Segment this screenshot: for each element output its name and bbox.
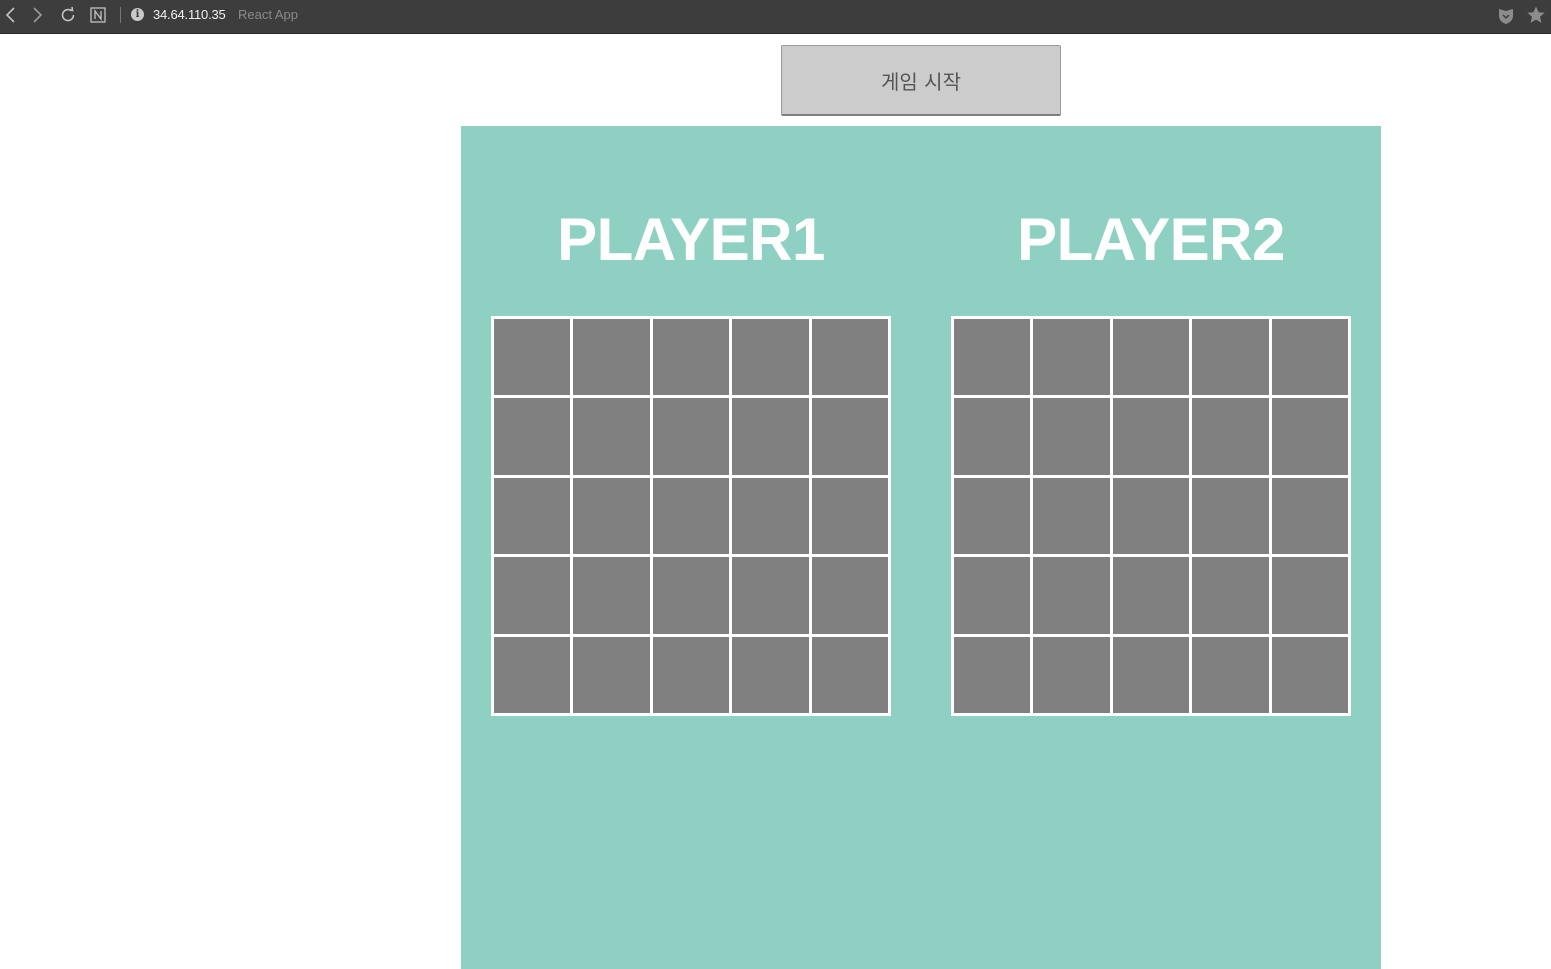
board-cell[interactable] [494, 477, 571, 555]
board-cell[interactable] [732, 319, 809, 396]
board-cell[interactable] [954, 477, 1031, 555]
notion-n-icon[interactable] [88, 5, 108, 25]
page-title: React App [238, 7, 298, 22]
board-cell[interactable] [1112, 319, 1190, 396]
url-host[interactable]: 34.64.110.35 [153, 7, 226, 22]
player2-board [951, 316, 1351, 716]
board-cell[interactable] [652, 477, 730, 555]
player2-title: PLAYER2 [1017, 206, 1285, 273]
board-cell[interactable] [954, 636, 1031, 713]
board-cell[interactable] [732, 636, 809, 713]
board-cell[interactable] [573, 636, 650, 713]
board-cell[interactable] [811, 398, 888, 475]
board-cell[interactable] [1033, 319, 1110, 396]
info-icon[interactable]: i [131, 8, 144, 21]
board-cell[interactable] [573, 477, 650, 555]
browser-toolbar: i 34.64.110.35 React App [0, 0, 1551, 34]
board-cell[interactable] [573, 398, 650, 475]
board-cell[interactable] [732, 557, 809, 634]
start-game-button[interactable]: 게임 시작 [781, 45, 1061, 116]
board-cell[interactable] [1192, 557, 1269, 634]
board-cell[interactable] [573, 319, 650, 396]
board-cell[interactable] [1192, 636, 1269, 713]
player1-board [491, 316, 891, 716]
board-cell[interactable] [1112, 477, 1190, 555]
board-cell[interactable] [811, 636, 888, 713]
board-cell[interactable] [652, 319, 730, 396]
board-cell[interactable] [494, 557, 571, 634]
board-cell[interactable] [1033, 557, 1110, 634]
board-cell[interactable] [494, 398, 571, 475]
board-cell[interactable] [652, 557, 730, 634]
shield-extension-icon[interactable] [1496, 6, 1516, 30]
board-cell[interactable] [652, 636, 730, 713]
board-cell[interactable] [1271, 477, 1348, 555]
board-cell[interactable] [1112, 398, 1190, 475]
board-cell[interactable] [1271, 636, 1348, 713]
forward-arrow-icon[interactable] [28, 5, 48, 25]
bookmark-star-icon[interactable] [1526, 5, 1546, 29]
board-cell[interactable] [1192, 319, 1269, 396]
board-cell[interactable] [1271, 319, 1348, 396]
game-panel: PLAYER1 PLAYER2 [461, 126, 1381, 969]
board-cell[interactable] [811, 477, 888, 555]
back-arrow-icon[interactable] [0, 5, 20, 25]
board-cell[interactable] [1033, 636, 1110, 713]
board-cell[interactable] [1033, 477, 1110, 555]
board-cell[interactable] [1271, 557, 1348, 634]
board-cell[interactable] [811, 557, 888, 634]
board-cell[interactable] [732, 477, 809, 555]
board-cell[interactable] [1192, 477, 1269, 555]
toolbar-separator [120, 7, 121, 23]
board-cell[interactable] [1033, 398, 1110, 475]
board-cell[interactable] [954, 557, 1031, 634]
board-cell[interactable] [652, 398, 730, 475]
board-cell[interactable] [1192, 398, 1269, 475]
board-cell[interactable] [494, 636, 571, 713]
board-cell[interactable] [573, 557, 650, 634]
board-cell[interactable] [1112, 557, 1190, 634]
player1-title: PLAYER1 [557, 206, 825, 273]
board-cell[interactable] [494, 319, 571, 396]
board-cell[interactable] [1112, 636, 1190, 713]
reload-icon[interactable] [58, 5, 78, 25]
board-cell[interactable] [954, 319, 1031, 396]
board-cell[interactable] [1271, 398, 1348, 475]
board-cell[interactable] [954, 398, 1031, 475]
board-cell[interactable] [811, 319, 888, 396]
board-cell[interactable] [732, 398, 809, 475]
